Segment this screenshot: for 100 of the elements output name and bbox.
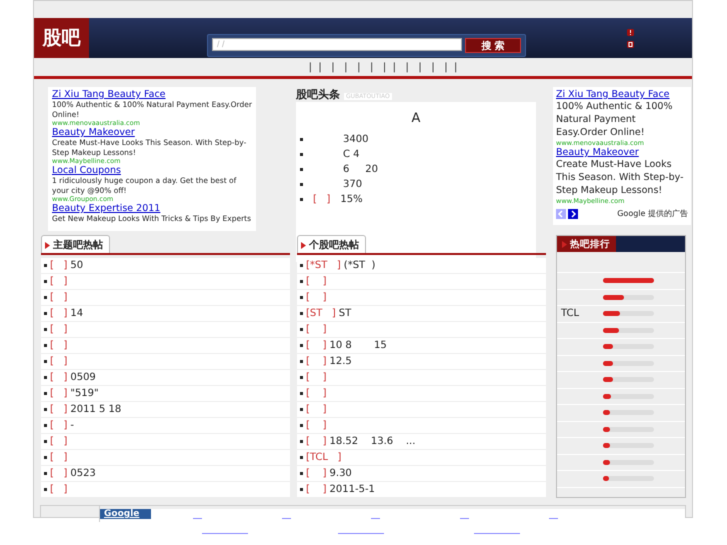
post-title[interactable]: ST [338,308,352,319]
post-row[interactable]: [ ] 2011-5-1 [297,482,546,497]
post-row[interactable]: [ ] [41,354,290,369]
post-tag[interactable]: [ ] [306,356,327,367]
post-tag[interactable]: [ ] [50,404,68,415]
post-tag[interactable]: [*ST ] [306,260,341,271]
post-tag[interactable]: [ ] [50,436,68,447]
post-row[interactable]: [ ] 9.30 [297,466,546,481]
post-row[interactable]: [ ] 0509 [41,370,290,385]
exit-icon[interactable] [627,40,634,48]
post-row[interactable]: [ ] [41,482,290,497]
search-button[interactable]: 搜 索 [465,38,521,52]
post-title[interactable]: 50 [70,260,84,271]
post-row[interactable]: [ ] [297,418,546,433]
post-tag[interactable]: [ ] [306,420,327,431]
nav-links[interactable]: | | | | | | | | | | | | | [34,58,692,76]
triangle-icon [562,240,567,248]
post-tag[interactable]: [ ] [306,340,327,351]
post-row[interactable]: [ ] 10 8 15 [297,338,546,353]
post-title[interactable]: (*ST ) [344,260,376,271]
ad-link[interactable]: Beauty Expertise 2011 [52,203,252,214]
post-tag[interactable]: [ ] [50,356,68,367]
post-row[interactable]: [ ] [297,402,546,417]
post-tag[interactable]: [ ] [50,340,68,351]
ad-link[interactable]: Beauty Makeover [556,147,688,158]
alert-icon[interactable] [627,28,634,36]
post-row[interactable]: [ ] 14 [41,306,290,321]
post-row[interactable]: [ ] 18.52 13.6 ... [297,434,546,449]
panel-tab[interactable]: 个股吧热帖 [297,235,366,253]
post-tag[interactable]: [ ] [50,260,68,271]
panel-tab[interactable]: 主题吧热帖 [41,235,110,253]
post-tag[interactable]: [ST ] [306,308,336,319]
rank-tab[interactable]: 热吧排行 [557,236,616,252]
post-row[interactable]: [ ] - [41,418,290,433]
post-title[interactable]: 0523 [70,468,96,479]
post-tag[interactable]: [ ] [306,436,327,447]
news-link[interactable]: C 4 [313,149,360,160]
post-tag[interactable]: [ ] [50,388,68,399]
ad-link[interactable]: Local Coupons [52,165,252,176]
post-tag[interactable]: [ ] [50,468,68,479]
post-row[interactable]: [*ST ] (*ST ) [297,258,546,273]
rank-name[interactable]: TCL [561,308,580,320]
post-row[interactable]: [ ] [41,434,290,449]
post-tag[interactable]: [ ] [50,484,68,495]
ad-link[interactable]: Zi Xiu Tang Beauty Face [52,89,252,100]
post-title[interactable]: - [70,420,74,431]
news-link[interactable]: 6 20 [313,164,378,175]
post-row[interactable]: [ ] [41,290,290,305]
post-title[interactable]: 10 8 15 [330,340,387,351]
post-title[interactable]: 18.52 13.6 ... [330,436,416,447]
news-link[interactable]: 15% [340,194,363,205]
news-link[interactable]: 3400 [313,134,368,145]
news-link[interactable]: 370 [313,179,362,190]
post-title[interactable]: 0509 [70,372,96,383]
post-tag[interactable]: [ ] [50,308,68,319]
post-row[interactable]: [ST ] ST [297,306,546,321]
next-icon[interactable] [568,208,578,218]
post-tag[interactable]: [ ] [50,292,68,303]
post-tag[interactable]: [ ] [50,324,68,335]
post-row[interactable]: [ ] 12.5 [297,354,546,369]
post-row[interactable]: [ ] 50 [41,258,290,273]
post-row[interactable]: [ ] [297,322,546,337]
post-tag[interactable]: [ ] [306,292,327,303]
post-title[interactable]: 2011 5 18 [70,404,122,415]
post-tag[interactable]: [ ] [306,484,327,495]
post-row[interactable]: [ ] [41,338,290,353]
post-tag[interactable]: [ ] [50,420,68,431]
post-title[interactable]: 12.5 [330,356,352,367]
post-row[interactable]: [ ] [297,370,546,385]
post-row[interactable]: [ ] [297,290,546,305]
post-row[interactable]: [ ] [41,322,290,337]
post-tag[interactable]: [TCL ] [306,452,342,463]
post-title[interactable]: 14 [70,308,84,319]
post-tag[interactable]: [ ] [306,372,327,383]
search-field[interactable]: / / [212,38,462,50]
ad-link[interactable]: Beauty Makeover [52,127,252,138]
post-row[interactable]: [TCL ] [297,450,546,465]
headline[interactable]: A [300,111,532,126]
post-title[interactable]: 9.30 [330,468,352,479]
post-tag[interactable]: [ ] [306,388,327,399]
post-row[interactable]: [ ] [297,386,546,401]
post-title[interactable]: "519" [70,388,99,399]
post-tag[interactable]: [ ] [306,276,327,287]
news-tag[interactable]: [ ] [313,194,330,205]
post-tag[interactable]: [ ] [50,276,68,287]
post-tag[interactable]: [ ] [50,372,68,383]
post-row[interactable]: [ ] [41,450,290,465]
post-row[interactable]: [ ] [41,274,290,289]
post-title[interactable]: 2011-5-1 [330,484,375,495]
post-row[interactable]: [ ] [297,274,546,289]
post-row[interactable]: [ ] 2011 5 18 [41,402,290,417]
post-tag[interactable]: [ ] [306,404,327,415]
post-tag[interactable]: [ ] [306,468,327,479]
logo[interactable]: 股吧 [34,18,89,58]
post-tag[interactable]: [ ] [306,324,327,335]
ad-link[interactable]: Zi Xiu Tang Beauty Face [556,89,688,100]
post-tag[interactable]: [ ] [50,452,68,463]
post-row[interactable]: [ ] "519" [41,386,290,401]
post-row[interactable]: [ ] 0523 [41,466,290,481]
google-search-label[interactable]: Google [100,509,152,519]
